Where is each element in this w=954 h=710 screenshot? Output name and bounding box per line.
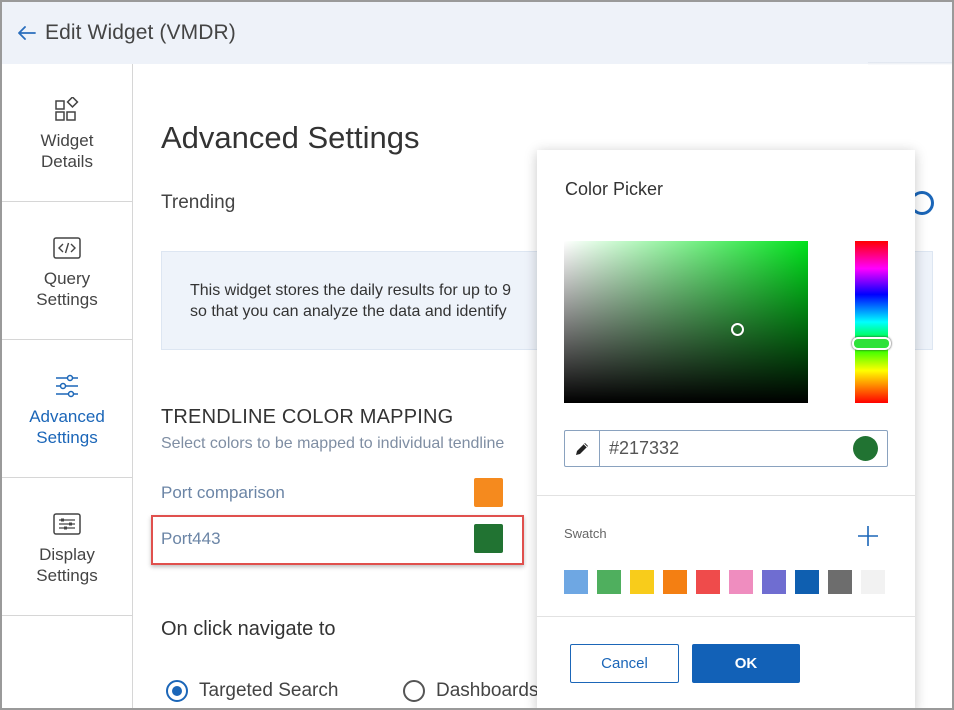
hex-field-divider bbox=[599, 431, 600, 466]
color-swatch[interactable] bbox=[564, 570, 588, 594]
color-swatch[interactable] bbox=[762, 570, 786, 594]
picker-divider bbox=[537, 495, 915, 496]
sliders-icon bbox=[53, 372, 81, 400]
ok-button[interactable]: OK bbox=[692, 644, 800, 683]
mapping-label: Port comparison bbox=[161, 483, 285, 502]
swatch-label: Swatch bbox=[564, 526, 607, 541]
hue-handle[interactable] bbox=[852, 337, 891, 350]
info-text-line: so that you can analyze the data and ide… bbox=[190, 303, 507, 320]
sidebar-item-label: Advanced Settings bbox=[29, 407, 105, 447]
sidebar-item-query-settings[interactable]: Query Settings bbox=[2, 202, 132, 340]
display-list-icon bbox=[53, 510, 81, 538]
settings-sidebar: Widget Details Query Settings Advanced S… bbox=[2, 64, 133, 708]
page-title: Advanced Settings bbox=[161, 120, 420, 155]
color-swatch[interactable] bbox=[828, 570, 852, 594]
radio-label: Targeted Search bbox=[199, 680, 339, 701]
radio-label: Dashboards bbox=[436, 680, 539, 701]
radio-button[interactable] bbox=[403, 680, 425, 702]
saturation-handle[interactable] bbox=[731, 323, 744, 336]
color-swatch[interactable] bbox=[630, 570, 654, 594]
pencil-icon[interactable] bbox=[565, 431, 599, 466]
sidebar-item-label: Query Settings bbox=[36, 269, 98, 309]
navigate-heading: On click navigate to bbox=[161, 618, 336, 640]
color-picker-title: Color Picker bbox=[565, 179, 664, 199]
color-swatch[interactable] bbox=[729, 570, 753, 594]
radio-dashboards[interactable]: Dashboards bbox=[403, 680, 538, 702]
widget-shapes-icon bbox=[53, 96, 81, 124]
hex-field bbox=[564, 430, 888, 467]
sidebar-item-label: Display Settings bbox=[36, 545, 98, 585]
color-swatch[interactable] bbox=[861, 570, 885, 594]
mapping-color-swatch[interactable] bbox=[474, 478, 503, 507]
mapping-row-port443: Port443 bbox=[161, 523, 511, 555]
radio-targeted-search[interactable]: Targeted Search bbox=[166, 680, 338, 702]
cancel-button[interactable]: Cancel bbox=[570, 644, 679, 683]
trendline-heading: TRENDLINE COLOR MAPPING bbox=[161, 406, 454, 428]
trendline-subtext: Select colors to be mapped to individual… bbox=[161, 435, 505, 452]
sidebar-item-label: Widget Details bbox=[40, 131, 94, 171]
swatch-row bbox=[564, 570, 885, 594]
sidebar-item-display-settings[interactable]: Display Settings bbox=[2, 478, 132, 616]
mapping-color-swatch[interactable] bbox=[474, 524, 503, 553]
info-text-line: This widget stores the daily results for… bbox=[190, 282, 512, 299]
color-swatch[interactable] bbox=[597, 570, 621, 594]
hex-input[interactable] bbox=[609, 438, 839, 459]
mapping-row-port-comparison: Port comparison bbox=[161, 477, 511, 509]
color-preview-circle bbox=[853, 436, 878, 461]
mapping-label: Port443 bbox=[161, 529, 221, 548]
sidebar-item-widget-details[interactable]: Widget Details bbox=[2, 64, 132, 202]
radio-button[interactable] bbox=[166, 680, 188, 702]
info-text: This widget stores the daily results for… bbox=[190, 280, 550, 322]
trending-label: Trending bbox=[161, 192, 236, 213]
color-picker-popover: Color Picker Swatch Cancel OK bbox=[537, 150, 915, 708]
sidebar-item-advanced-settings[interactable]: Advanced Settings bbox=[2, 340, 132, 478]
color-swatch[interactable] bbox=[696, 570, 720, 594]
code-icon bbox=[53, 234, 81, 262]
page-header-title: Edit Widget (VMDR) bbox=[45, 21, 236, 44]
color-swatch[interactable] bbox=[795, 570, 819, 594]
color-swatch[interactable] bbox=[663, 570, 687, 594]
page-header: Edit Widget (VMDR) bbox=[2, 2, 952, 64]
plus-icon[interactable] bbox=[856, 524, 880, 548]
saturation-panel[interactable] bbox=[564, 241, 808, 403]
picker-divider bbox=[537, 616, 915, 617]
hue-slider[interactable] bbox=[852, 241, 891, 403]
arrow-left-icon[interactable] bbox=[17, 23, 37, 43]
edit-widget-window: Edit Widget (VMDR) Widget Details Query … bbox=[0, 0, 954, 710]
